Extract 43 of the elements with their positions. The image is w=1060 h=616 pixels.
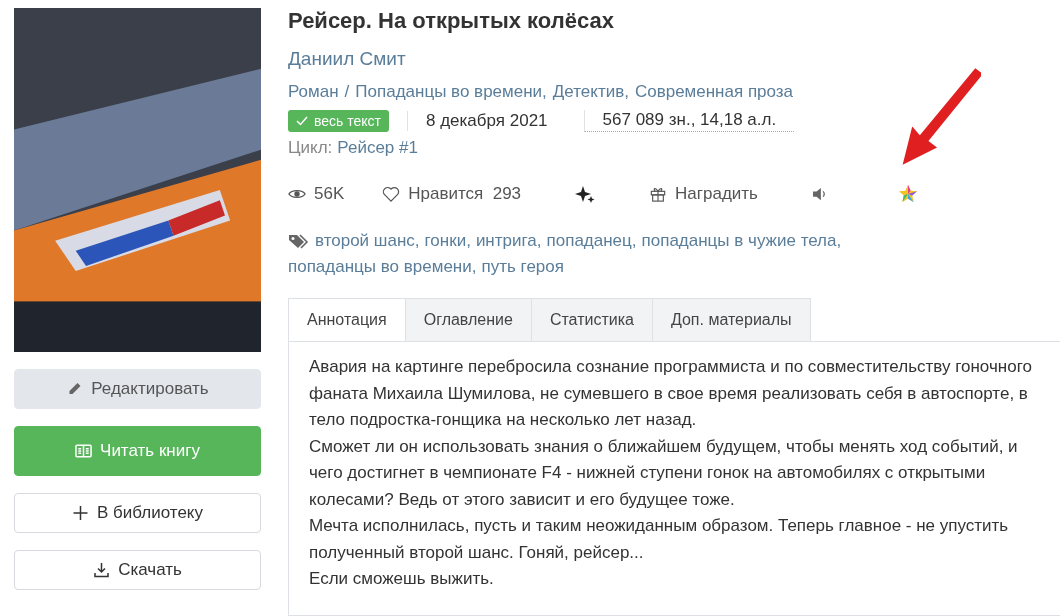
- tab[interactable]: Доп. материалы: [652, 298, 811, 342]
- author-link[interactable]: Даниил Смит: [288, 48, 406, 70]
- add-button[interactable]: В библиотеку: [14, 493, 261, 533]
- genre-link[interactable]: Попаданцы во времени,: [355, 82, 547, 102]
- annotation-paragraph: Если сможешь выжить.: [309, 568, 495, 590]
- download-icon: [93, 562, 111, 578]
- genre-link[interactable]: Детектив,: [552, 82, 629, 102]
- annotation-paragraph: Мечта исполнилась, пусть и таким неожиданным образом. Теперь главное - не упустить полученный второй шанс. Гоняй, рейсер...: [309, 515, 1010, 564]
- annotation-paragraph: Авария на картинге перебросила сознание программиста и по совместительству гоночного фаната Михаила Шумилова, не сумевшего в свое время реализовать себя в автоспорте, в тело подростка-гонщика на несколько лет назад.: [309, 356, 1033, 431]
- edit-button[interactable]: Редактировать: [14, 369, 261, 409]
- sparkle-icon[interactable]: [575, 184, 596, 204]
- gift-icon: [649, 186, 668, 202]
- heart-icon: [382, 186, 401, 202]
- plus-icon: [72, 505, 89, 521]
- tag-link[interactable]: попаданцы в чужие тела,: [641, 230, 842, 252]
- speaker-icon[interactable]: [812, 187, 828, 201]
- award-button[interactable]: Наградить: [649, 184, 758, 204]
- cycle-link[interactable]: Рейсер #1: [337, 138, 418, 158]
- tag-link[interactable]: попаданцы во времени,: [288, 256, 477, 278]
- tag-link[interactable]: интрига,: [475, 230, 542, 252]
- views-count: 56K: [288, 184, 345, 204]
- tab[interactable]: Аннотация: [288, 298, 406, 342]
- tag-link[interactable]: гонки,: [424, 230, 471, 252]
- status-badge: весь текст: [288, 110, 389, 132]
- tag-link[interactable]: попаданец,: [546, 230, 637, 252]
- cycle-label: Цикл:: [288, 138, 333, 158]
- tab[interactable]: Статистика: [531, 298, 653, 342]
- tab[interactable]: Оглавление: [405, 298, 532, 342]
- star-icon[interactable]: [898, 184, 918, 204]
- tags-icon: [288, 233, 310, 249]
- book-icon: [75, 443, 93, 459]
- download-button[interactable]: Скачать: [14, 550, 261, 590]
- like-button[interactable]: Нравится 293: [382, 184, 522, 204]
- genre-separator: /: [344, 82, 350, 102]
- annotation-paragraph: Сможет ли он использовать знания о ближайшем будущем, чтобы менять ход событий, и чего достигнет в чемпионате F4 - нижней ступени гонок на автомобилях с открытыми колесами? Ведь от этого зависит и его будущее тоже.: [309, 435, 1019, 511]
- tag-link[interactable]: путь героя: [481, 256, 564, 278]
- publish-date: 8 декабря 2021: [407, 111, 566, 131]
- genre-link[interactable]: Современная проза: [634, 82, 794, 102]
- read-button[interactable]: Читать книгу: [14, 426, 261, 476]
- text-size: 567 089 зн., 14,18 а.л.: [583, 110, 795, 132]
- tag-link[interactable]: второй шанс,: [315, 230, 420, 252]
- book-title: Рейсер. На открытых колёсах: [288, 8, 615, 34]
- genre-link[interactable]: Роман: [288, 82, 339, 102]
